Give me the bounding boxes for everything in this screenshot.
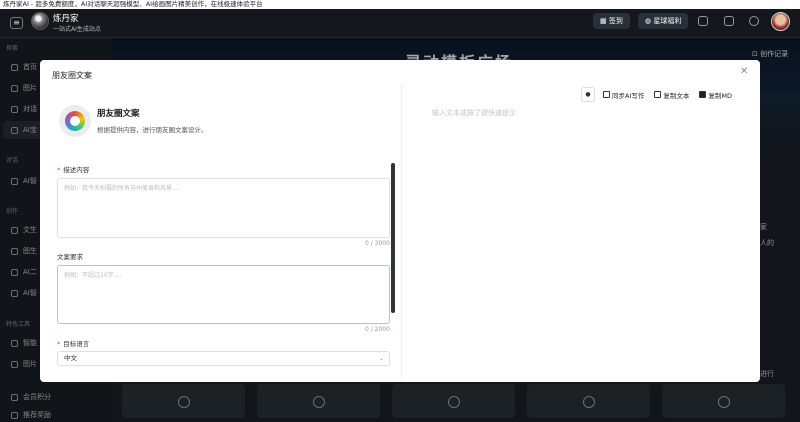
field-label-requirements: 文案要求 [57,251,83,261]
brand-logo [31,12,49,30]
field-label-text: 描述内容 [63,166,90,174]
welfare-label: 星球福利 [653,17,682,25]
copy-icon [654,91,662,98]
description-textarea[interactable]: 例如：我今天拍摄的所有苏州美食和风景.... [57,178,390,238]
modal-dialog: 朋友圈文案 ✕ 朋友圈文案 根据提供内容，进行朋友圈文案设计。 * 描述内容 例如… [40,60,760,382]
result-placeholder: 输入文本或按了键快速提示 [432,109,516,117]
field-label-description: * 描述内容 [57,164,89,174]
language-select[interactable]: 中文 ⌄ [57,351,390,366]
field-label-language: * 目标语言 [57,338,89,348]
result-toolbar: ● 同步AI写作 复制文本 复制MD [581,86,734,103]
copy-md-label: 复制MD [708,91,732,100]
description-counter: 0 / 3000 [365,240,390,247]
language-value: 中文 [64,354,77,362]
layout-icon[interactable] [724,16,734,26]
required-mark: * [57,340,61,348]
chat-icon[interactable] [749,16,759,26]
menu-icon[interactable]: ≡ [10,17,23,29]
requirements-placeholder: 例如：不超过20字.... [64,272,122,279]
avatar[interactable] [771,12,790,31]
signin-label: 签到 [608,17,623,25]
sync-ai-writing-button[interactable]: 同步AI写作 [601,87,646,102]
gift-icon: ▦ [600,17,609,25]
copy-text-label: 复制文本 [663,91,690,100]
user-icon[interactable] [698,16,708,26]
brand-name: 炼丹家 [53,14,79,24]
requirements-textarea[interactable]: 例如：不超过20字.... [57,265,390,324]
app-icon [59,105,91,137]
form-scrollbar[interactable] [391,163,395,313]
description-placeholder: 例如：我今天拍摄的所有苏州美食和风景.... [64,185,180,192]
modal-title: 朋友圈文案 [52,71,92,80]
edit-icon [603,91,610,98]
welfare-button[interactable]: ◍ 星球福利 [638,13,689,29]
copy-md-button[interactable]: 复制MD [697,87,734,102]
app-description: 根据提供内容，进行朋友圈文案设计。 [97,126,208,134]
microphone-icon[interactable]: ● [581,87,595,102]
brand-subtitle: 一站式AI生成站点 [53,26,101,33]
markdown-icon [699,91,707,98]
sync-label: 同步AI写作 [612,91,645,100]
required-mark: * [57,166,61,174]
copy-text-button[interactable]: 复制文本 [652,87,691,102]
panel-divider [401,84,402,378]
chevron-down-icon: ⌄ [378,355,384,362]
field-label-text: 目标语言 [63,340,90,348]
top-bar: ≡ 炼丹家 一站式AI生成站点 ▦ 签到 ◍ 星球福利 [0,9,800,38]
requirements-counter: 0 / 2000 [365,326,390,333]
app-name: 朋友圈文案 [97,109,140,119]
window-title: 炼丹家AI - 超多免费额度，AI对话聊天超强模型、AI绘画图片精美创作，在线极… [0,0,800,9]
field-label-text: 文案要求 [57,253,83,261]
signin-button[interactable]: ▦ 签到 [593,13,630,29]
close-icon[interactable]: ✕ [740,66,748,77]
